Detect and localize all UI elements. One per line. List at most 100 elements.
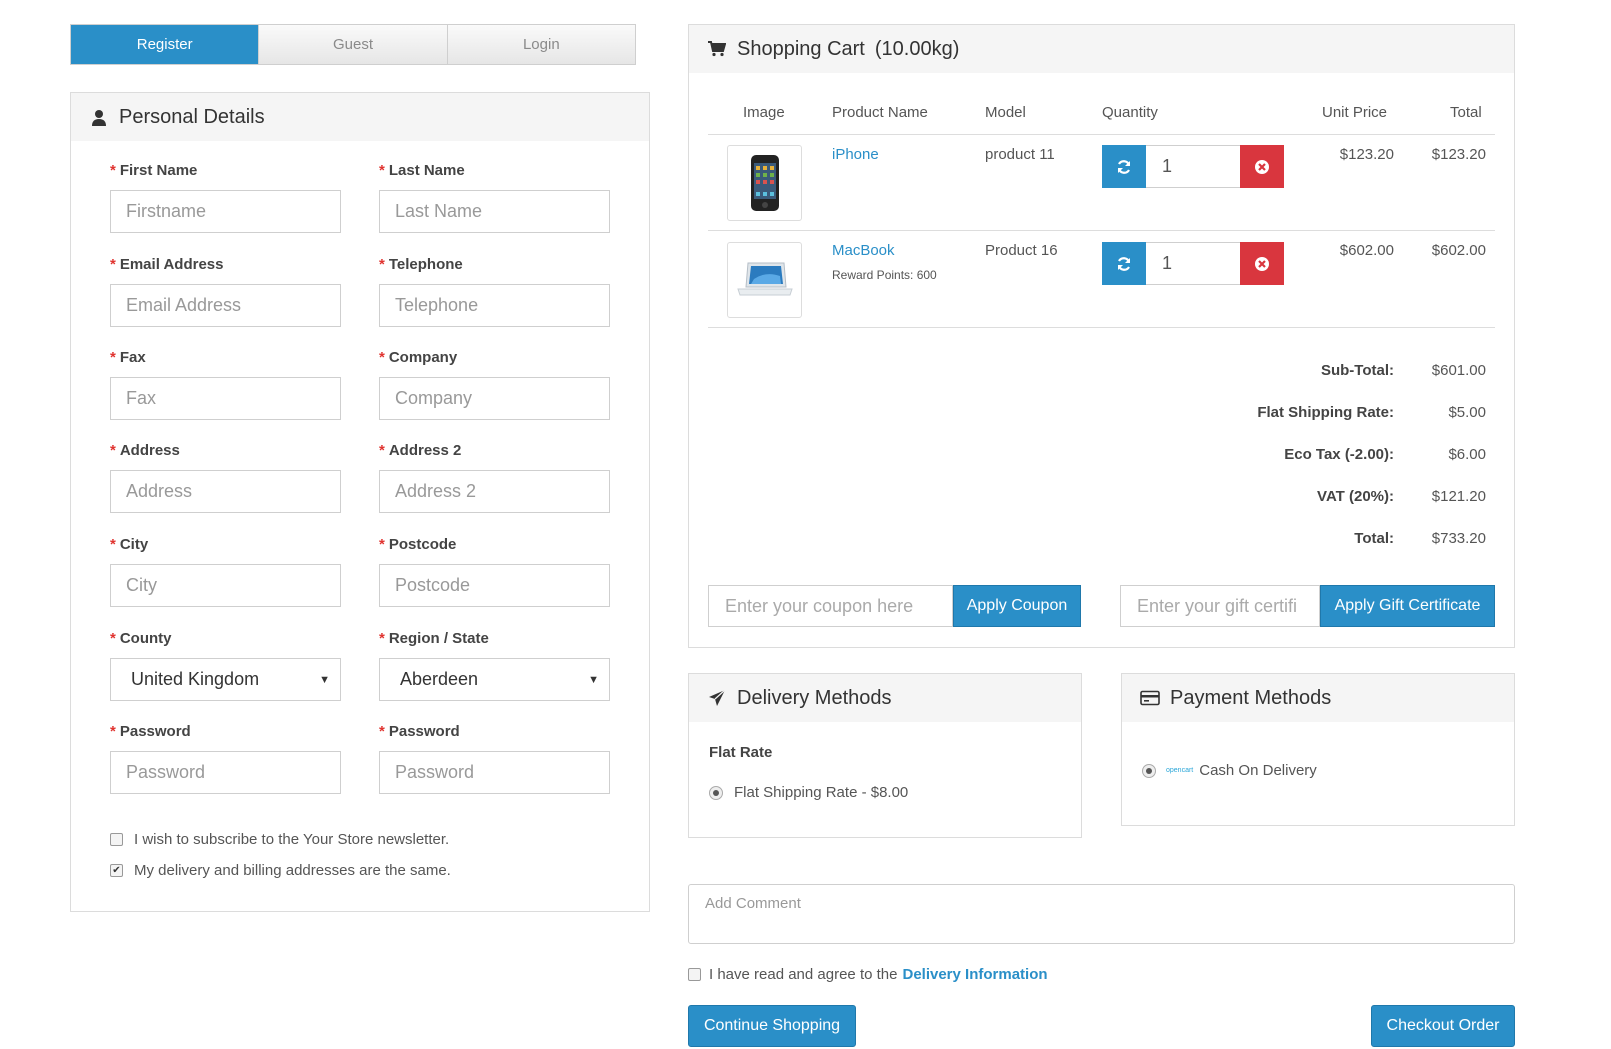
cart-weight: (10.00kg): [874, 37, 960, 60]
city-input[interactable]: City: [110, 564, 341, 607]
product-link-iphone[interactable]: iPhone: [832, 146, 879, 163]
totals-label: Total:: [1354, 530, 1394, 547]
password-confirm-label-text: Password: [388, 723, 460, 740]
totals-label: Eco Tax (-2.00):: [1284, 446, 1394, 463]
comment-textarea[interactable]: Add Comment: [688, 884, 1515, 944]
newsletter-checkbox[interactable]: [110, 833, 123, 846]
remove-button-iphone[interactable]: [1240, 145, 1284, 188]
refresh-icon: [1117, 256, 1131, 271]
agree-checkbox[interactable]: [688, 968, 701, 981]
checkout-order-button[interactable]: Checkout Order: [1371, 1005, 1515, 1047]
col-product-name: Product Name: [832, 104, 928, 121]
required-mark: *: [110, 442, 116, 459]
chevron-down-icon: ▼: [588, 673, 599, 686]
refresh-icon: [1117, 159, 1131, 174]
payment-methods-title: Payment Methods: [1170, 686, 1332, 709]
first-name-input[interactable]: Firstname: [110, 190, 341, 233]
required-mark: *: [379, 162, 385, 179]
col-image: Image: [743, 104, 785, 121]
address-input[interactable]: Address: [110, 470, 341, 513]
totals-value: $601.00: [1431, 362, 1486, 379]
iphone-thumbnail[interactable]: [727, 145, 802, 221]
apply-gift-certificate-button[interactable]: Apply Gift Certificate: [1320, 585, 1495, 627]
tab-register[interactable]: Register: [71, 25, 260, 64]
required-mark: *: [379, 536, 385, 553]
tab-guest[interactable]: Guest: [259, 25, 448, 64]
postcode-label-text: Postcode: [388, 536, 457, 553]
password-confirm-label: * Password: [379, 723, 460, 740]
model-macbook: Product 16: [985, 242, 1058, 259]
address-2-label: * Address 2: [379, 442, 461, 459]
apply-coupon-button[interactable]: Apply Coupon: [953, 585, 1081, 627]
remove-button-macbook[interactable]: [1240, 242, 1284, 285]
newsletter-label: I wish to subscribe to the Your Store ne…: [134, 831, 450, 848]
flat-rate-radio[interactable]: [709, 785, 723, 800]
required-mark: *: [110, 723, 116, 740]
shopping-cart-header: Shopping Cart (10.00kg): [689, 25, 1514, 73]
region-state-selected-value: Aberdeen: [400, 669, 479, 689]
quantity-control-iphone: 1: [1102, 145, 1284, 188]
quantity-control-macbook: 1: [1102, 242, 1284, 285]
same-address-label: My delivery and billing addresses are th…: [134, 862, 451, 879]
region-state-select[interactable]: Aberdeen ▼: [379, 658, 610, 701]
region-state-label: * Region / State: [379, 630, 489, 647]
address-label-text: Address: [119, 442, 180, 459]
col-total: Total: [1450, 104, 1482, 121]
delivery-information-link[interactable]: Delivery Information: [902, 966, 1047, 983]
same-address-checkbox[interactable]: ✔: [110, 864, 123, 877]
email-address-input[interactable]: Email Address: [110, 284, 341, 327]
flat-rate-label: Flat Shipping Rate - $8.00: [734, 784, 909, 801]
coupon-input[interactable]: Enter your coupon here: [708, 585, 953, 627]
county-label: * County: [110, 630, 172, 647]
paper-plane-icon: [707, 689, 727, 707]
product-link-macbook[interactable]: MacBook: [832, 242, 895, 259]
credit-card-icon: [1140, 690, 1160, 706]
refresh-button-iphone[interactable]: [1102, 145, 1146, 188]
personal-details-header: Personal Details: [71, 93, 649, 141]
county-label-text: County: [119, 630, 172, 647]
totals-label: VAT (20%):: [1317, 488, 1394, 505]
quantity-input-macbook[interactable]: 1: [1146, 242, 1240, 285]
first-name-label-text: First Name: [119, 162, 198, 179]
shopping-cart-title: Shopping Cart: [737, 37, 865, 60]
payment-methods-panel: Payment Methods opencart Cash On Deliver…: [1121, 673, 1515, 826]
delivery-methods-header: Delivery Methods: [689, 674, 1081, 722]
same-address-row: ✔ My delivery and billing addresses are …: [110, 862, 451, 879]
col-quantity: Quantity: [1102, 104, 1158, 121]
fax-label-text: Fax: [119, 349, 146, 366]
delivery-group-label: Flat Rate: [709, 744, 773, 761]
county-select[interactable]: United Kingdom ▼: [110, 658, 341, 701]
divider: [708, 327, 1495, 328]
reward-points-macbook: Reward Points: 600: [832, 268, 937, 282]
cash-on-delivery-radio[interactable]: [1142, 763, 1156, 778]
address-2-input[interactable]: Address 2: [379, 470, 610, 513]
postcode-input[interactable]: Postcode: [379, 564, 610, 607]
address-label: * Address: [110, 442, 180, 459]
tab-login[interactable]: Login: [447, 25, 635, 64]
company-label: * Company: [379, 349, 457, 366]
totals-value: $5.00: [1448, 404, 1486, 421]
delivery-methods-panel: Delivery Methods Flat Rate Flat Shipping…: [688, 673, 1082, 838]
payment-option-row: opencart Cash On Delivery: [1142, 762, 1317, 779]
email-address-label-text: Email Address: [119, 256, 224, 273]
required-mark: *: [110, 162, 116, 179]
macbook-thumbnail[interactable]: [727, 242, 802, 318]
continue-shopping-button[interactable]: Continue Shopping: [688, 1005, 856, 1047]
password-input[interactable]: Password: [110, 751, 341, 794]
telephone-input[interactable]: Telephone: [379, 284, 610, 327]
gift-certificate-input[interactable]: Enter your gift certifi: [1120, 585, 1320, 627]
last-name-input[interactable]: Last Name: [379, 190, 610, 233]
quantity-input-iphone[interactable]: 1: [1146, 145, 1240, 188]
address-2-label-text: Address 2: [388, 442, 462, 459]
unit-price-macbook: $602.00: [1339, 242, 1394, 259]
region-state-label-text: Region / State: [388, 630, 489, 647]
last-name-label-text: Last Name: [388, 162, 465, 179]
refresh-button-macbook[interactable]: [1102, 242, 1146, 285]
postcode-label: * Postcode: [379, 536, 456, 553]
divider: [708, 230, 1495, 231]
required-mark: *: [110, 256, 116, 273]
password-confirm-input[interactable]: Password: [379, 751, 610, 794]
city-label-text: City: [119, 536, 149, 553]
fax-input[interactable]: Fax: [110, 377, 341, 420]
company-input[interactable]: Company: [379, 377, 610, 420]
